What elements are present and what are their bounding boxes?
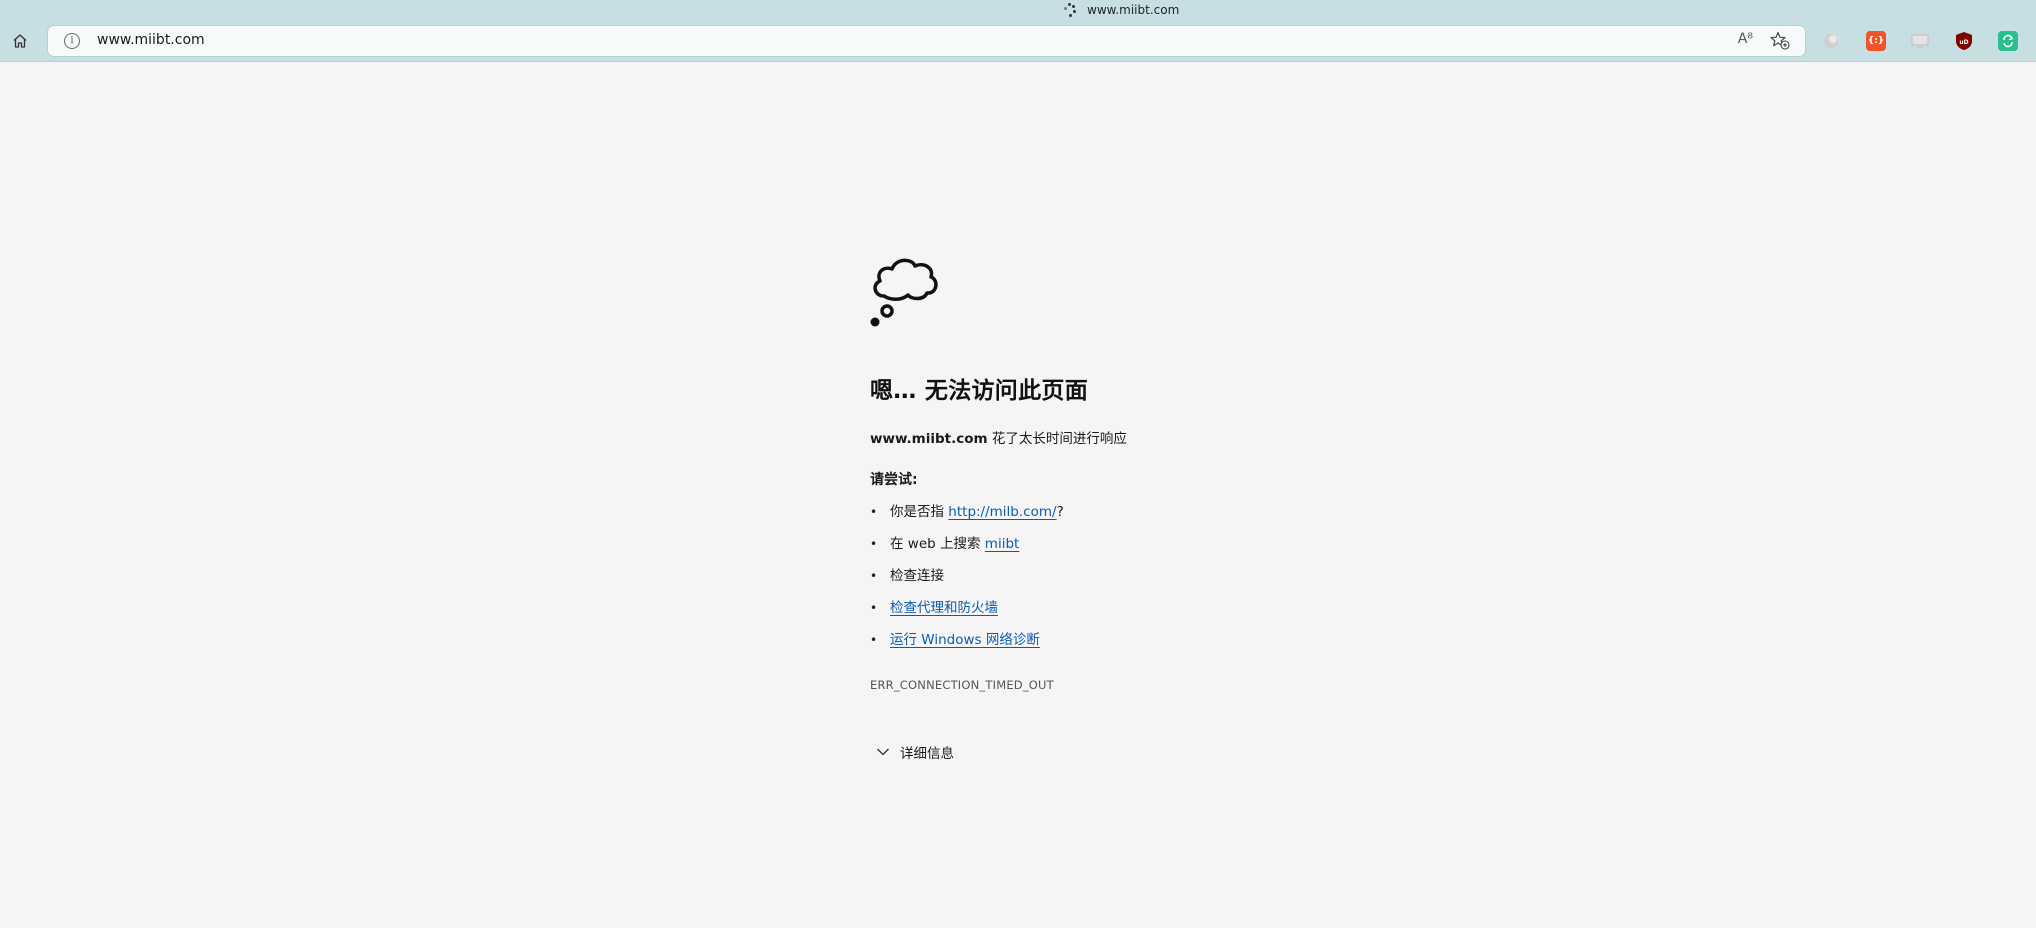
suggestion-text: 你是否指: [890, 504, 949, 520]
sync-extension-icon[interactable]: [1998, 31, 2018, 51]
network-diagnostics-link[interactable]: 运行 Windows 网络诊断: [890, 632, 1040, 648]
error-description: www.miibt.com 花了太长时间进行响应: [870, 427, 1370, 447]
grey-circle-extension-icon[interactable]: [1821, 31, 1841, 51]
ublock-extension-icon[interactable]: uD: [1954, 31, 1974, 51]
chevron-down-icon: [877, 748, 889, 756]
details-label: 详细信息: [900, 746, 954, 762]
address-bar[interactable]: i www.miibt.com A⁸: [48, 26, 1805, 56]
check-proxy-firewall-link[interactable]: 检查代理和防火墙: [890, 600, 998, 616]
info-icon[interactable]: i: [64, 33, 80, 49]
list-item: 你是否指 http://milb.com/?: [870, 496, 1370, 528]
browser-toolbar: i www.miibt.com A⁸ {:} uD: [0, 20, 2036, 62]
loading-spinner-icon: [1063, 3, 1077, 17]
error-message: 花了太长时间进行响应: [987, 431, 1127, 447]
tab-title: www.miibt.com: [1087, 3, 1180, 17]
json-extension-icon[interactable]: {:}: [1866, 31, 1886, 51]
tab[interactable]: www.miibt.com: [1063, 1, 1179, 19]
list-item: 运行 Windows 网络诊断: [870, 624, 1370, 656]
suggestion-text: ?: [1056, 504, 1064, 520]
suggestion-text: 在 web 上搜索: [890, 536, 985, 552]
ublock-label: uD: [1959, 39, 1968, 46]
home-icon[interactable]: [8, 30, 32, 52]
suggestion-text: 检查连接: [890, 568, 944, 584]
web-search-link[interactable]: miibt: [985, 536, 1020, 552]
thought-cloud-icon: [870, 258, 938, 327]
did-you-mean-link[interactable]: http://milb.com/: [948, 504, 1056, 520]
list-item: 检查连接: [870, 560, 1370, 592]
list-item: 在 web 上搜索 miibt: [870, 528, 1370, 560]
url-text[interactable]: www.miibt.com: [97, 32, 205, 48]
details-button[interactable]: 详细信息: [870, 742, 1370, 762]
read-aloud-icon[interactable]: A⁸: [1738, 31, 1753, 47]
list-item: 检查代理和防火墙: [870, 592, 1370, 624]
suggestion-list: 你是否指 http://milb.com/? 在 web 上搜索 miibt 检…: [870, 496, 1370, 656]
title-bar: www.miibt.com: [0, 0, 2036, 20]
add-favorite-icon[interactable]: [1769, 30, 1791, 52]
error-page: 嗯… 无法访问此页面 www.miibt.com 花了太长时间进行响应 请尝试:…: [870, 254, 1370, 762]
try-label: 请尝试:: [870, 472, 918, 488]
error-heading: 嗯… 无法访问此页面: [870, 378, 1089, 404]
error-host: www.miibt.com: [870, 431, 988, 447]
error-code: ERR_CONNECTION_TIMED_OUT: [870, 678, 1054, 692]
screen-extension-icon[interactable]: [1910, 31, 1930, 51]
